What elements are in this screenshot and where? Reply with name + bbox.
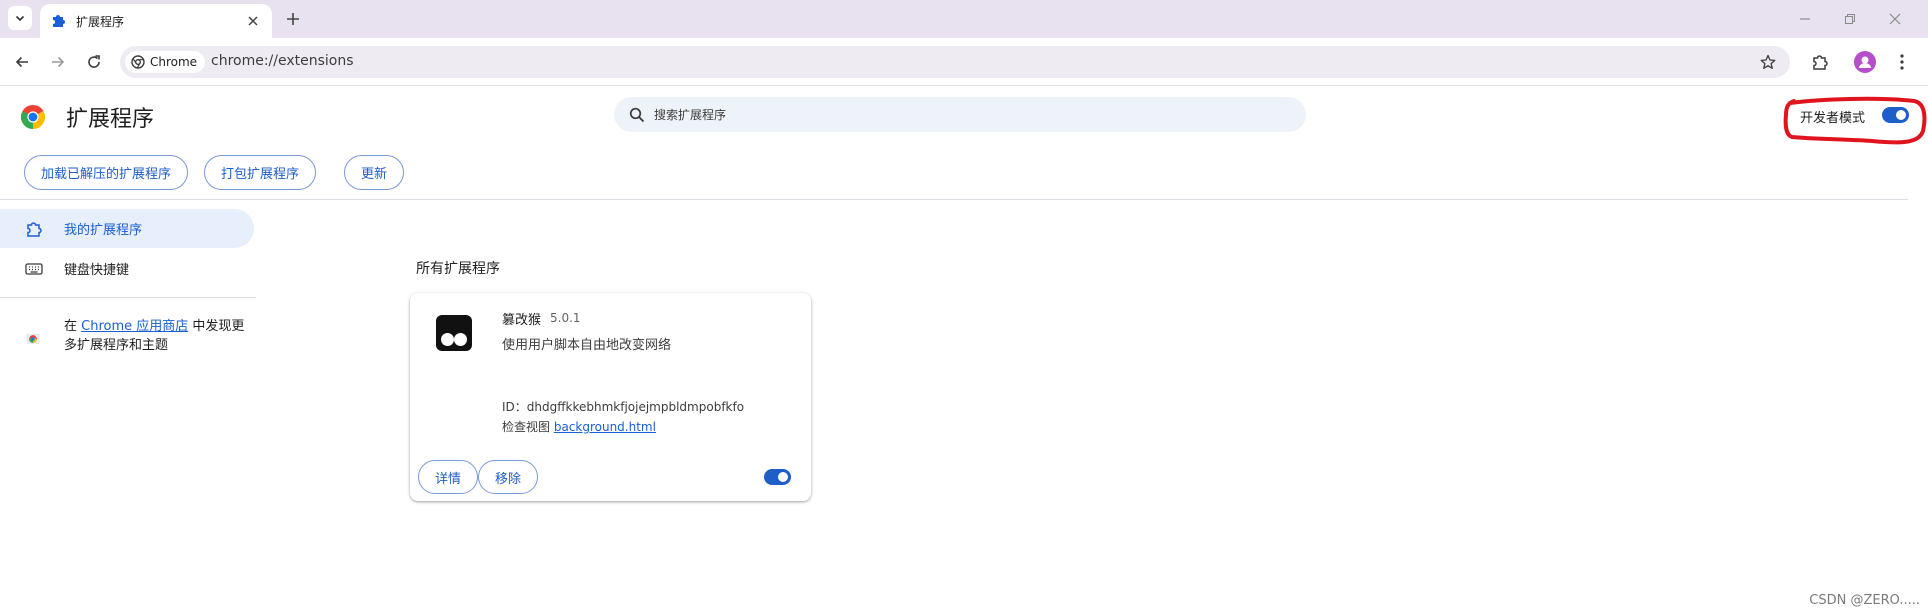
chrome-logo-icon [20,104,46,130]
section-title: 所有扩展程序 [416,261,500,277]
webstore-link[interactable]: Chrome 应用商店 [81,319,188,334]
bookmark-star-icon[interactable] [1758,52,1778,72]
profile-avatar[interactable] [1854,51,1876,73]
sidebar-item-label: 我的扩展程序 [64,223,143,238]
search-box[interactable] [614,97,1306,132]
background-page-link[interactable]: background.html [554,420,656,434]
extension-id: ID：dhdgffkkebhmkfjojejmpbldmpobfkfo [502,400,745,414]
tampermonkey-icon [436,315,472,351]
extension-card: 篡改猴 5.0.1 使用用户脚本自由地改变网络 ID：dhdgffkkebhmk… [410,293,811,501]
extension-description: 使用用户脚本自由地改变网络 [502,338,672,353]
sidebar-item-my-extensions[interactable]: 我的扩展程序 [0,209,254,248]
pack-extension-button[interactable]: 打包扩展程序 [204,155,317,190]
search-input[interactable] [648,97,1288,132]
sidebar-item-label: 键盘快捷键 [64,263,130,278]
extension-version: 5.0.1 [550,311,581,325]
back-arrow-icon[interactable] [10,50,34,74]
tab-title: 扩展程序 [76,14,125,29]
watermark: CSDN @ZERO..... [1809,593,1920,608]
details-button[interactable]: 详情 [418,460,479,494]
forward-arrow-icon[interactable] [46,50,70,74]
extensions-puzzle-icon[interactable] [1808,50,1832,74]
browser-toolbar: Chrome chrome://extensions [0,38,1928,86]
inspect-views: 检查视图 background.html [502,420,656,434]
extension-name: 篡改猴 [502,313,542,328]
search-icon [628,106,645,123]
extension-enable-toggle[interactable] [764,469,791,485]
tab-search-chevron-icon[interactable] [8,6,32,30]
update-button[interactable]: 更新 [344,155,405,190]
minimize-icon[interactable] [1796,10,1814,28]
site-info-chip[interactable]: Chrome [125,51,206,73]
close-tab-icon[interactable] [244,12,262,30]
reload-icon[interactable] [82,50,106,74]
dev-mode-label: 开发者模式 [1800,111,1866,126]
new-tab-icon[interactable] [282,8,304,30]
chip-label: Chrome [150,55,198,69]
omnibox[interactable]: Chrome chrome://extensions [120,46,1790,78]
webstore-icon [24,328,42,346]
sidebar-divider [0,297,256,298]
restore-icon[interactable] [1841,10,1859,28]
webstore-promo: 在 Chrome 应用商店 中发现更多扩展程序和主题 [64,319,245,353]
page-title: 扩展程序 [66,107,155,132]
active-tab[interactable]: 扩展程序 [40,4,272,38]
more-menu-icon[interactable] [1890,50,1914,74]
load-unpacked-button[interactable]: 加载已解压的扩展程序 [24,155,189,190]
keyboard-icon [24,259,44,279]
puzzle-icon [50,13,66,29]
remove-button[interactable]: 移除 [478,460,539,494]
puzzle-icon [24,219,44,239]
header-divider [0,199,1908,200]
chrome-logo-icon [131,55,145,69]
tab-strip: 扩展程序 [0,0,1928,38]
sidebar-item-keyboard-shortcuts[interactable]: 键盘快捷键 [0,249,254,288]
close-window-icon[interactable] [1886,10,1904,28]
dev-mode-toggle[interactable] [1882,107,1909,123]
url-text[interactable]: chrome://extensions [211,53,354,69]
